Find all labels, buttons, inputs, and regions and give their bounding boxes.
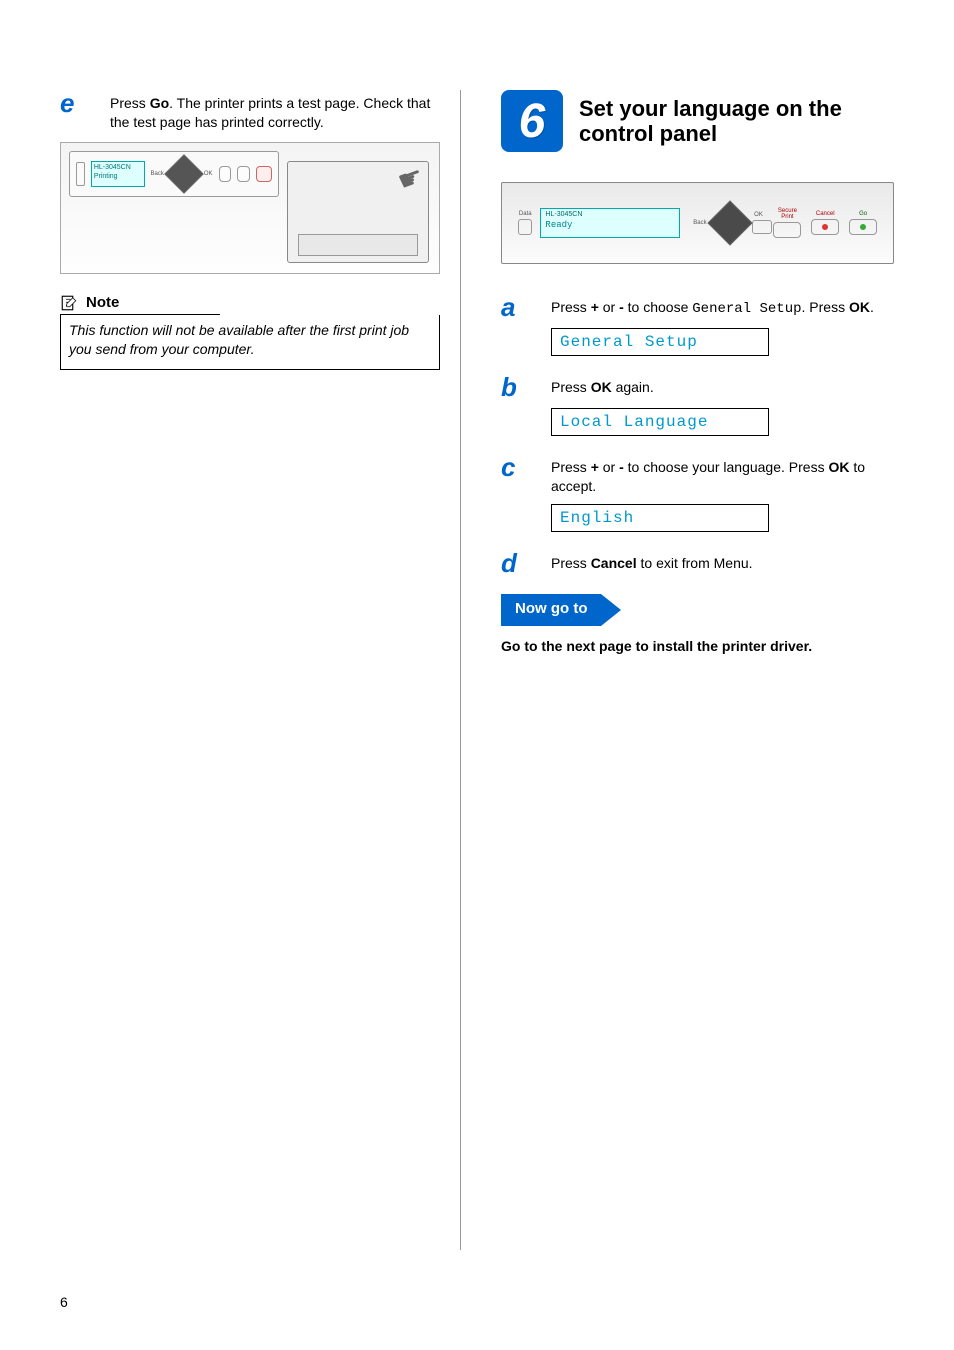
lcd-english: English (551, 504, 769, 532)
step-letter-a: a (501, 294, 535, 320)
step-c: c Press + or - to choose your language. … (501, 454, 894, 496)
go-col: Go (847, 211, 879, 235)
step-6-header: 6 Set your language on the control panel (501, 90, 894, 152)
step-e: e Press Go. The printer prints a test pa… (60, 90, 440, 132)
hand-pointer-icon: ☛ (393, 158, 428, 198)
now-go-to-callout: Now go to (501, 594, 894, 626)
step-d-text: Press Cancel to exit from Menu. (551, 550, 753, 576)
control-panel-strip: Data HL-3045CN Ready Back OK (516, 199, 879, 247)
printer-body-icon: ☛ (287, 161, 429, 263)
go-button-highlight-icon (256, 166, 272, 182)
step-number-badge: 6 (501, 90, 563, 152)
lcd-general-setup: General Setup (551, 328, 769, 356)
right-column: 6 Set your language on the control panel… (491, 90, 894, 1250)
step-letter-b: b (501, 374, 535, 400)
secure-print-col: Secure Print (772, 208, 804, 238)
note-title: Note (86, 294, 119, 311)
cancel-button-icon (237, 166, 250, 182)
step-e-text: Press Go. The printer prints a test page… (110, 90, 440, 132)
arrow-right-icon (601, 594, 621, 626)
note-header: Note (60, 294, 220, 315)
data-led-label: Data (516, 211, 534, 235)
data-led-icon (76, 162, 85, 186)
data-led-icon (518, 219, 532, 235)
note-box: Note This function will not be available… (60, 294, 440, 370)
printer-tray-icon (298, 234, 418, 256)
step-d: d Press Cancel to exit from Menu. (501, 550, 894, 576)
printer-illustration: HL-3045CN Printing Back OK ☛ (60, 142, 440, 274)
secure-print-button-icon (773, 222, 801, 238)
panel-lcd: HL-3045CN Ready (540, 208, 680, 238)
nav-diamond-icon (707, 200, 752, 245)
step-a: a Press + or - to choose General Setup. … (501, 294, 894, 320)
lcd-local-language: Local Language (551, 408, 769, 436)
two-column-layout: e Press Go. The printer prints a test pa… (60, 90, 894, 1250)
step-letter-d: d (501, 550, 535, 576)
step-letter-e: e (60, 90, 94, 132)
cancel-col: Cancel (809, 211, 841, 235)
cancel-button-icon (811, 219, 839, 235)
note-body: This function will not be available afte… (60, 315, 440, 370)
mini-lcd: HL-3045CN Printing (91, 161, 145, 187)
step-c-text: Press + or - to choose your language. Pr… (551, 454, 894, 496)
step-b-text: Press OK again. (551, 374, 654, 400)
control-panel-illustration: Data HL-3045CN Ready Back OK (501, 182, 894, 264)
page: e Press Go. The printer prints a test pa… (0, 0, 954, 1350)
nav-diamond-icon (164, 154, 204, 194)
secure-print-button-icon (219, 166, 232, 182)
left-column: e Press Go. The printer prints a test pa… (60, 90, 461, 1250)
ok-button-icon (752, 220, 772, 234)
back-label: Back (692, 220, 707, 226)
step-b: b Press OK again. (501, 374, 894, 400)
now-go-to-label: Now go to (501, 594, 601, 626)
step-a-text: Press + or - to choose General Setup. Pr… (551, 294, 874, 320)
ok-label: OK (752, 212, 766, 234)
page-number: 6 (60, 1294, 68, 1310)
goto-next-page-text: Go to the next page to install the print… (501, 638, 894, 654)
note-pencil-icon (60, 294, 78, 312)
go-button-icon (849, 219, 877, 235)
step-letter-c: c (501, 454, 535, 496)
step-6-title: Set your language on the control panel (579, 96, 894, 147)
mini-control-panel: HL-3045CN Printing Back OK (69, 151, 279, 197)
